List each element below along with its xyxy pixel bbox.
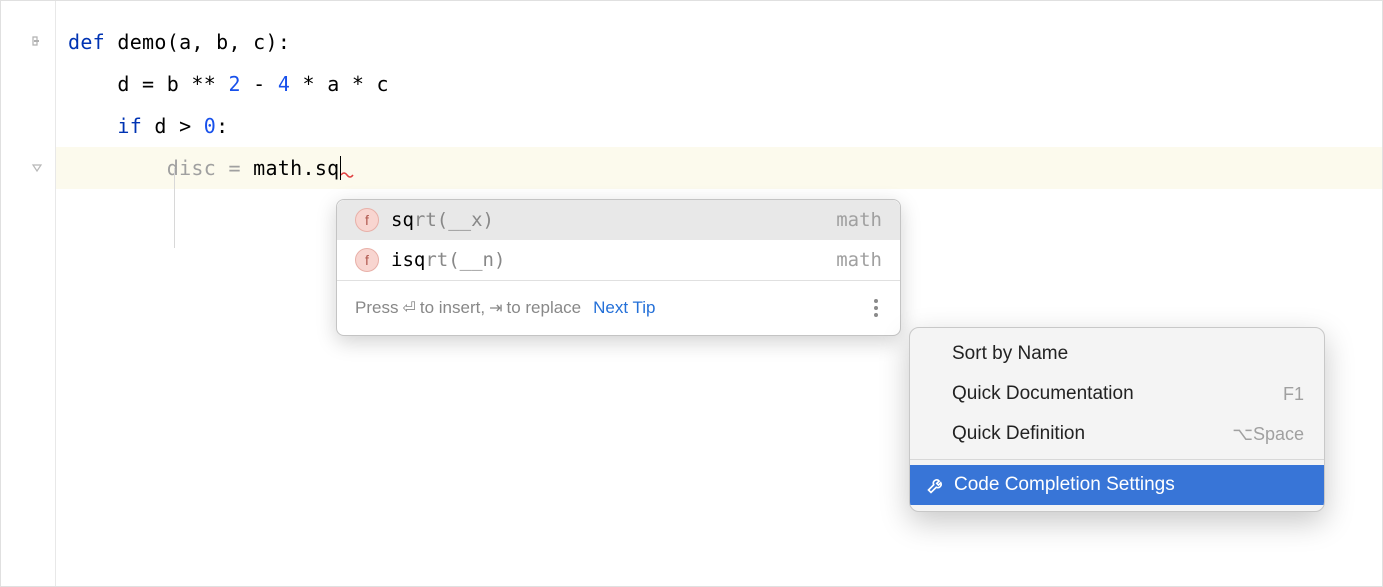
params: (a, b, c): (167, 30, 290, 54)
kebab-menu-icon[interactable] (870, 295, 882, 321)
code-line-3[interactable]: if d > 0: (56, 105, 1382, 147)
tab-key-icon: ⇥ (489, 298, 502, 318)
completion-module: math (836, 209, 882, 231)
enter-key-icon: ⏎ (402, 298, 415, 318)
completion-popup: f sqrt(__x) math f isqrt(__n) math Press… (336, 199, 901, 336)
menu-item-quick-definition[interactable]: Quick Definition ⌥Space (910, 414, 1324, 454)
wrench-icon (926, 475, 946, 495)
code-line-4-current[interactable]: disc = math.sq (56, 147, 1382, 189)
completion-footer: Press ⏎ to insert, ⇥ to replace Next Tip (337, 280, 900, 335)
editor-gutter (1, 1, 56, 586)
function-icon: f (355, 248, 379, 272)
menu-item-quick-documentation[interactable]: Quick Documentation F1 (910, 374, 1324, 414)
completion-text: sqrt(__x) (391, 209, 824, 231)
completion-context-menu: Sort by Name Quick Documentation F1 Quic… (909, 327, 1325, 512)
fold-start-icon[interactable] (29, 33, 45, 49)
keyword-def: def (68, 30, 117, 54)
completion-module: math (836, 249, 882, 271)
menu-item-code-completion-settings[interactable]: Code Completion Settings (910, 465, 1324, 505)
function-name: demo (117, 30, 166, 54)
footer-replace: to replace (506, 298, 581, 318)
code-line-2[interactable]: d = b ** 2 - 4 * a * c (56, 63, 1382, 105)
error-squiggle (341, 151, 355, 159)
completion-item-sqrt[interactable]: f sqrt(__x) math (337, 200, 900, 240)
next-tip-link[interactable]: Next Tip (593, 298, 655, 318)
completion-text: isqrt(__n) (391, 249, 824, 271)
code-line-1[interactable]: def demo(a, b, c): (56, 21, 1382, 63)
fold-end-icon[interactable] (29, 161, 45, 177)
footer-insert: to insert, (420, 298, 485, 318)
menu-separator (910, 459, 1324, 460)
function-icon: f (355, 208, 379, 232)
indent-guide (174, 168, 175, 248)
footer-press: Press (355, 298, 398, 318)
menu-item-sort-by-name[interactable]: Sort by Name (910, 334, 1324, 374)
completion-item-isqrt[interactable]: f isqrt(__n) math (337, 240, 900, 280)
